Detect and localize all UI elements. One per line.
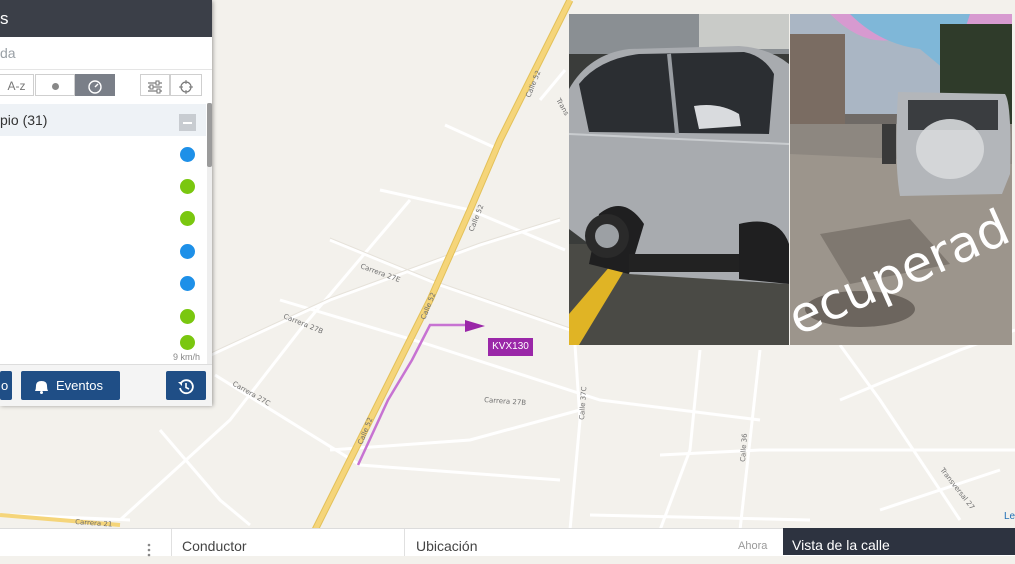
search-placeholder: da [0, 45, 16, 61]
vehicle-speed-text: 9 km/h [173, 352, 201, 362]
column-menu-button[interactable] [140, 529, 170, 557]
vehicle-status-dot[interactable] [180, 276, 195, 291]
speed-sort-button[interactable] [75, 74, 115, 96]
panel-title: s [0, 9, 9, 28]
group-row[interactable]: pio (31) [0, 104, 206, 136]
collapse-icon[interactable] [179, 114, 196, 131]
sliders-icon [148, 80, 162, 94]
events-label: Eventos [56, 378, 103, 393]
history-icon [178, 378, 194, 394]
crosshair-icon [179, 79, 193, 94]
vehicle-status-dot[interactable] [180, 335, 195, 350]
group-label: pio (31) [0, 112, 48, 128]
street-view-label: Vista de la calle [792, 537, 890, 553]
column-location[interactable]: Ubicación Ahora [404, 529, 782, 556]
street-view-panel[interactable]: Vista de la calle [783, 528, 1015, 555]
column-time-label: Ahora [738, 540, 768, 552]
vehicle-status-dot[interactable] [180, 309, 195, 324]
vehicle-photo-street[interactable] [790, 14, 1012, 345]
history-button[interactable] [166, 371, 206, 400]
dot-icon [51, 83, 59, 91]
panel-header: s [0, 0, 212, 37]
panel-toolbar: A-z [0, 70, 212, 102]
vehicle-plate-tag[interactable]: KVX130 [488, 338, 533, 356]
gauge-icon [88, 80, 102, 94]
vehicle-status-dot[interactable] [180, 211, 195, 226]
vehicle-status-dot[interactable] [180, 179, 195, 194]
locate-button[interactable] [170, 74, 202, 96]
search-input[interactable]: da [0, 37, 212, 70]
vehicle-photo-side[interactable] [569, 14, 789, 345]
filter-button[interactable] [140, 74, 170, 96]
footer-left-button[interactable]: o [0, 371, 12, 400]
status-sort-button[interactable] [35, 74, 75, 96]
sort-az-button[interactable]: A-z [0, 74, 34, 96]
map-attribution-link[interactable]: Le [1004, 511, 1015, 522]
vehicle-status-dot[interactable] [180, 147, 195, 162]
vehicle-list-panel: s da A-z pio (31) 9 km/h o Eventos [0, 0, 212, 406]
bell-icon [35, 381, 48, 395]
list-scrollbar-thumb[interactable] [207, 103, 212, 167]
column-location-label: Ubicación [416, 538, 478, 554]
events-button[interactable]: Eventos [21, 371, 120, 400]
vehicle-status-dot[interactable] [180, 244, 195, 259]
panel-footer: o Eventos [0, 364, 212, 406]
column-driver[interactable]: Conductor [171, 529, 403, 556]
